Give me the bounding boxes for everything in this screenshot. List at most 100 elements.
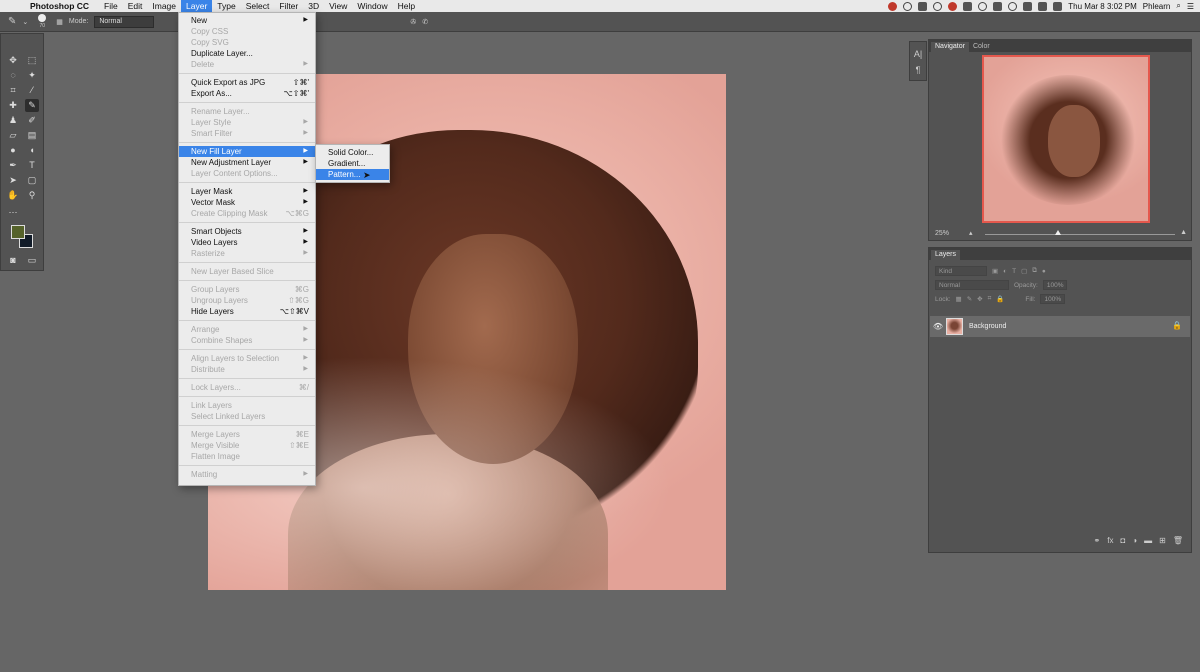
menu-item-new[interactable]: New ▶ bbox=[179, 15, 315, 26]
zoom-in-icon[interactable]: ▲ bbox=[1180, 229, 1187, 236]
healing-tool-icon[interactable]: ✚ bbox=[6, 99, 20, 112]
volume-icon[interactable] bbox=[1038, 1, 1048, 11]
spotlight-icon[interactable]: ⌕ bbox=[1176, 1, 1180, 11]
type-filter-icon[interactable]: T bbox=[1012, 268, 1016, 275]
zoom-tool-icon[interactable]: ⚲ bbox=[25, 189, 39, 202]
submenu-item-pattern[interactable]: Pattern... ➤ bbox=[316, 169, 389, 180]
menu-item-quick-export[interactable]: Quick Export as JPG ⇧⌘' bbox=[179, 77, 315, 88]
filter-toggle-icon[interactable]: ● bbox=[1042, 268, 1046, 275]
blur-tool-icon[interactable]: ● bbox=[6, 144, 20, 157]
new-group-icon[interactable]: ▬ bbox=[1144, 536, 1152, 548]
brush-panel-icon[interactable]: ▦ bbox=[56, 18, 63, 26]
move-tool-icon[interactable]: ✥ bbox=[6, 54, 20, 67]
foreground-color-swatch[interactable] bbox=[11, 225, 25, 239]
tab-layers[interactable]: Layers bbox=[931, 250, 961, 260]
brush-preset-picker[interactable]: 70 bbox=[34, 14, 50, 29]
pen-tool-icon[interactable]: ✒ bbox=[6, 159, 20, 172]
lock-artboard-icon[interactable]: ⌗ bbox=[988, 295, 992, 303]
menu-layer[interactable]: Layer bbox=[181, 0, 213, 12]
stamp-tool-icon[interactable]: ♟ bbox=[6, 114, 20, 127]
camera-icon[interactable] bbox=[963, 1, 973, 11]
s-app-icon[interactable] bbox=[948, 1, 958, 11]
menu-image[interactable]: Image bbox=[147, 0, 181, 12]
layer-row-background[interactable]: 👁 Background 🔒 bbox=[930, 316, 1190, 337]
record-icon[interactable] bbox=[888, 1, 898, 11]
time-machine-icon[interactable] bbox=[978, 1, 988, 11]
battery-icon[interactable] bbox=[1053, 1, 1063, 11]
bluetooth-icon[interactable] bbox=[993, 1, 1003, 11]
quick-mask-icon[interactable]: ◙ bbox=[6, 254, 20, 267]
eyedropper-tool-icon[interactable]: ⁄ bbox=[25, 84, 39, 97]
menu-filter[interactable]: Filter bbox=[274, 0, 303, 12]
screen-mode-icon[interactable]: ▭ bbox=[25, 254, 39, 267]
menu-item-smart-objects[interactable]: Smart Objects ▶ bbox=[179, 226, 315, 237]
menu-item-new-fill-layer[interactable]: New Fill Layer ▶ bbox=[179, 146, 315, 157]
menu-help[interactable]: Help bbox=[393, 0, 420, 12]
link-layers-icon[interactable]: ⚭ bbox=[1094, 536, 1101, 548]
tab-navigator[interactable]: Navigator bbox=[931, 42, 969, 52]
fill-input[interactable]: 100% bbox=[1040, 294, 1066, 304]
chevron-down-icon[interactable]: ⌄ bbox=[22, 18, 28, 26]
tab-color[interactable]: Color bbox=[969, 42, 994, 52]
menu-edit[interactable]: Edit bbox=[123, 0, 148, 12]
lock-pixels-icon[interactable]: ▦ bbox=[956, 295, 962, 303]
menu-item-hide-layers[interactable]: Hide Layers ⌥⇧⌘V bbox=[179, 306, 315, 317]
smart-filter-icon[interactable]: ⧉ bbox=[1032, 267, 1037, 275]
fx-icon[interactable]: fx bbox=[1107, 536, 1113, 548]
history-brush-icon[interactable]: ✐ bbox=[25, 114, 39, 127]
brush-tool-icon[interactable]: ✎ bbox=[25, 99, 39, 112]
path-select-tool-icon[interactable]: ➤ bbox=[6, 174, 20, 187]
menu-item-duplicate-layer[interactable]: Duplicate Layer... bbox=[179, 48, 315, 59]
quick-select-tool-icon[interactable]: ✦ bbox=[25, 69, 39, 82]
pixel-filter-icon[interactable]: ▣ bbox=[992, 267, 998, 275]
lock-paint-icon[interactable]: ✎ bbox=[967, 295, 972, 303]
menu-item-vector-mask[interactable]: Vector Mask ▶ bbox=[179, 197, 315, 208]
menu-file[interactable]: File bbox=[99, 0, 123, 12]
layer-name[interactable]: Background bbox=[969, 323, 1006, 330]
crop-tool-icon[interactable]: ⌗ bbox=[6, 84, 20, 97]
blend-mode-select[interactable]: Normal bbox=[935, 280, 1009, 290]
wifi-icon[interactable] bbox=[1008, 1, 1018, 11]
menu-item-new-adjustment-layer[interactable]: New Adjustment Layer ▶ bbox=[179, 157, 315, 168]
cloud-icon[interactable] bbox=[918, 1, 928, 11]
clock[interactable]: Thu Mar 8 3:02 PM bbox=[1068, 2, 1136, 11]
new-layer-icon[interactable]: ⊞ bbox=[1159, 536, 1166, 548]
submenu-item-solid-color[interactable]: Solid Color... bbox=[316, 147, 389, 158]
adjustment-filter-icon[interactable]: ◐ bbox=[1003, 268, 1007, 275]
user-name[interactable]: Phlearn bbox=[1143, 2, 1171, 11]
menu-select[interactable]: Select bbox=[241, 0, 275, 12]
navigator-preview[interactable] bbox=[982, 55, 1150, 223]
shape-tool-icon[interactable]: ▢ bbox=[25, 174, 39, 187]
history-icon[interactable] bbox=[933, 1, 943, 11]
layer-lock-icon[interactable]: 🔒 bbox=[1172, 321, 1182, 330]
character-panel-icon[interactable]: A| bbox=[910, 46, 926, 62]
eraser-tool-icon[interactable]: ▱ bbox=[6, 129, 20, 142]
submenu-item-gradient[interactable]: Gradient... bbox=[316, 158, 389, 169]
paragraph-panel-icon[interactable]: ¶ bbox=[910, 62, 926, 78]
zoom-slider[interactable] bbox=[985, 234, 1175, 235]
zoom-out-icon[interactable]: ▴ bbox=[969, 229, 973, 237]
shape-filter-icon[interactable]: ▢ bbox=[1021, 267, 1027, 275]
kind-filter[interactable]: Kind bbox=[935, 266, 987, 276]
hand-tool-icon[interactable]: ✋ bbox=[6, 189, 20, 202]
menu-type[interactable]: Type bbox=[212, 0, 240, 12]
mode-select[interactable]: Normal bbox=[94, 15, 155, 28]
visibility-eye-icon[interactable]: 👁 bbox=[930, 322, 946, 331]
zoom-level[interactable]: 25% bbox=[935, 230, 949, 237]
dodge-tool-icon[interactable]: ◖ bbox=[25, 144, 39, 157]
menu-3d[interactable]: 3D bbox=[303, 0, 324, 12]
smoothing-icon[interactable]: ✆ bbox=[422, 18, 428, 26]
brush-tool-icon[interactable]: ✎ bbox=[8, 16, 16, 27]
type-tool-icon[interactable]: T bbox=[25, 159, 39, 172]
menu-item-export-as[interactable]: Export As... ⌥⇧⌘' bbox=[179, 88, 315, 99]
menu-list-icon[interactable]: ☰ bbox=[1187, 2, 1194, 11]
trash-icon[interactable]: 🗑 bbox=[1173, 536, 1183, 548]
more-tools-icon[interactable]: ⋯ bbox=[6, 206, 20, 219]
menu-window[interactable]: Window bbox=[352, 0, 392, 12]
lock-all-icon[interactable]: 🔒 bbox=[996, 295, 1004, 303]
marquee-tool-icon[interactable]: ⬚ bbox=[25, 54, 39, 67]
lock-position-icon[interactable]: ✥ bbox=[977, 295, 982, 303]
menu-item-layer-mask[interactable]: Layer Mask ▶ bbox=[179, 186, 315, 197]
gradient-tool-icon[interactable]: ▤ bbox=[25, 129, 39, 142]
lasso-tool-icon[interactable]: ◌ bbox=[6, 69, 20, 82]
